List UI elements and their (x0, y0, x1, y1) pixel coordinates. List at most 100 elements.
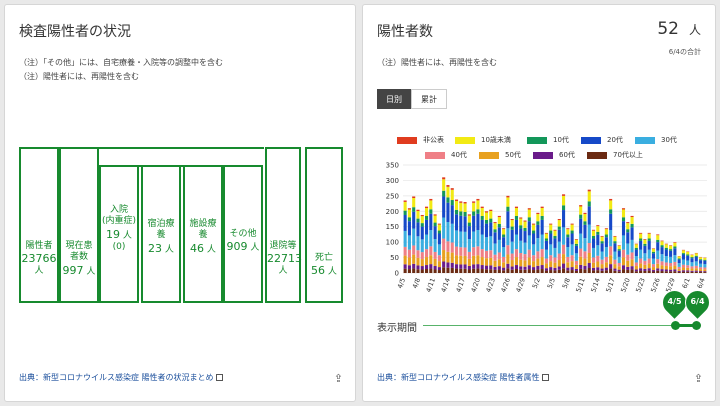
bar-segment[interactable] (591, 235, 596, 239)
bar-segment[interactable] (403, 230, 407, 247)
bar-segment[interactable] (403, 268, 407, 273)
bar-segment[interactable] (549, 267, 553, 271)
bar-segment[interactable] (433, 226, 437, 239)
bar-segment[interactable] (540, 265, 544, 270)
bar-segment[interactable] (557, 229, 561, 242)
bar-segment[interactable] (420, 252, 424, 260)
bar-segment[interactable] (591, 262, 596, 268)
bar-segment[interactable] (617, 269, 621, 272)
bar-segment[interactable] (570, 224, 574, 231)
bar-segment[interactable] (690, 271, 694, 273)
bar-segment[interactable] (681, 259, 685, 265)
bar-segment[interactable] (489, 236, 493, 251)
bar-segment[interactable] (506, 228, 510, 246)
bar-segment[interactable] (497, 252, 501, 260)
bar-segment[interactable] (510, 253, 514, 261)
bar-segment[interactable] (454, 268, 459, 273)
bar-segment[interactable] (621, 208, 626, 210)
bar-segment[interactable] (472, 201, 476, 203)
bar-segment[interactable] (587, 189, 591, 192)
bar-segment[interactable] (510, 226, 514, 230)
bar-segment[interactable] (703, 269, 707, 272)
bar-segment[interactable] (476, 230, 480, 247)
bar-segment[interactable] (489, 257, 493, 266)
bar-segment[interactable] (514, 257, 519, 266)
bar-segment[interactable] (403, 246, 407, 256)
bar-segment[interactable] (677, 266, 681, 269)
bar-segment[interactable] (617, 266, 621, 270)
bar-segment[interactable] (677, 270, 681, 272)
bar-segment[interactable] (493, 222, 497, 224)
bar-segment[interactable] (510, 229, 514, 242)
bar-segment[interactable] (407, 265, 411, 270)
bar-segment[interactable] (681, 271, 685, 273)
bar-segment[interactable] (523, 221, 527, 228)
bar-segment[interactable] (673, 248, 677, 256)
bar-segment[interactable] (681, 254, 685, 260)
bar-segment[interactable] (536, 238, 540, 252)
bar-segment[interactable] (617, 271, 621, 273)
bar-segment[interactable] (536, 269, 540, 273)
bar-segment[interactable] (446, 267, 450, 273)
bar-segment[interactable] (523, 269, 527, 273)
bar-segment[interactable] (562, 205, 566, 211)
bar-segment[interactable] (536, 251, 540, 259)
bar-segment[interactable] (544, 233, 548, 239)
bar-segment[interactable] (686, 260, 690, 266)
bar-segment[interactable] (523, 254, 527, 261)
bar-segment[interactable] (540, 219, 544, 235)
bar-segment[interactable] (519, 218, 523, 226)
bar-segment[interactable] (412, 228, 416, 246)
bar-segment[interactable] (510, 266, 514, 270)
bar-segment[interactable] (583, 265, 587, 270)
bar-segment[interactable] (506, 211, 510, 229)
bar-segment[interactable] (544, 238, 548, 241)
bar-segment[interactable] (703, 271, 707, 273)
legend-item-4[interactable]: 30代 (635, 135, 677, 145)
bar-segment[interactable] (446, 197, 450, 203)
bar-segment[interactable] (484, 265, 489, 270)
bar-segment[interactable] (514, 215, 519, 220)
bar-segment[interactable] (489, 211, 493, 219)
bar-segment[interactable] (613, 243, 617, 252)
bar-segment[interactable] (544, 270, 548, 273)
bar-segment[interactable] (510, 269, 514, 273)
bar-segment[interactable] (420, 266, 424, 270)
bar-segment[interactable] (626, 269, 630, 273)
bar-segment[interactable] (442, 250, 446, 262)
bar-segment[interactable] (656, 263, 660, 269)
bar-segment[interactable] (497, 223, 501, 228)
bar-segment[interactable] (493, 232, 497, 244)
bar-segment[interactable] (489, 209, 493, 212)
bar-segment[interactable] (639, 270, 643, 273)
bar-segment[interactable] (673, 269, 677, 272)
bar-segment[interactable] (429, 268, 433, 273)
bar-segment[interactable] (506, 197, 510, 207)
bar-segment[interactable] (587, 243, 591, 254)
bar-segment[interactable] (527, 249, 531, 258)
bar-segment[interactable] (442, 217, 446, 239)
bar-segment[interactable] (570, 244, 574, 256)
bar-segment[interactable] (446, 262, 450, 268)
bar-segment[interactable] (467, 269, 471, 273)
bar-segment[interactable] (634, 265, 638, 270)
bar-segment[interactable] (553, 262, 557, 268)
bar-segment[interactable] (566, 234, 570, 238)
bar-segment[interactable] (544, 232, 548, 234)
bar-segment[interactable] (540, 234, 544, 250)
bar-segment[interactable] (673, 242, 677, 247)
bar-segment[interactable] (476, 200, 480, 210)
bar-segment[interactable] (647, 249, 651, 259)
bar-segment[interactable] (433, 265, 437, 270)
bar-segment[interactable] (502, 262, 506, 268)
bar-segment[interactable] (459, 202, 463, 212)
bar-segment[interactable] (532, 233, 536, 245)
bar-segment[interactable] (536, 258, 540, 266)
bar-segment[interactable] (562, 244, 566, 255)
bar-segment[interactable] (433, 222, 437, 227)
bar-segment[interactable] (484, 211, 489, 213)
bar-segment[interactable] (703, 257, 707, 260)
bar-segment[interactable] (549, 255, 553, 262)
bar-segment[interactable] (459, 255, 463, 265)
bar-segment[interactable] (609, 268, 613, 273)
